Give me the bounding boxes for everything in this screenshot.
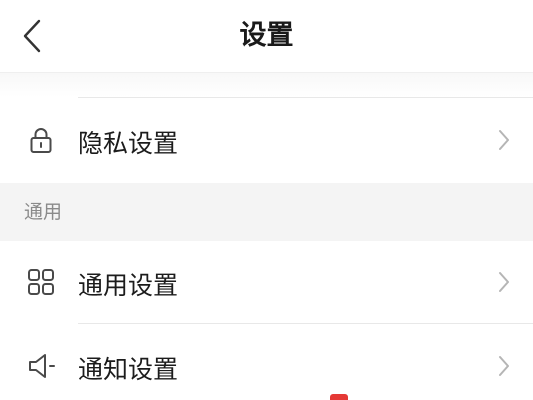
red-badge-peek [330,394,348,400]
chevron-left-icon [23,19,41,53]
page-title: 设置 [239,20,294,51]
header-bar: 设置 [0,0,533,72]
back-button[interactable] [14,16,50,56]
notification-settings-label: 通知设置 [78,355,179,384]
notification-settings-row[interactable]: 通知设置 [0,324,533,400]
header-shadow [0,73,533,97]
section-header-label: 通用 [24,201,63,223]
speaker-icon [26,351,56,381]
grid-icon [26,267,56,297]
chevron-right-icon [497,354,511,378]
chevron-right-icon [497,270,511,294]
privacy-settings-row[interactable]: 隐私设置 [0,98,533,182]
privacy-settings-label: 隐私设置 [78,129,179,158]
chevron-right-icon [497,128,511,152]
lock-icon [26,125,56,155]
general-settings-row[interactable]: 通用设置 [0,241,533,323]
general-settings-label: 通用设置 [78,271,179,300]
section-header-general: 通用 [0,183,533,241]
